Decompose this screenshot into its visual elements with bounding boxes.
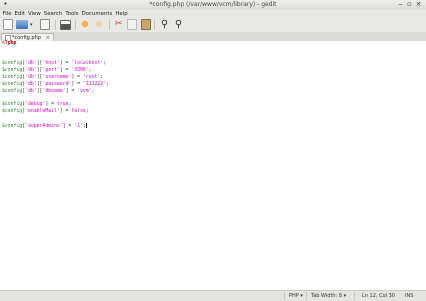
close-icon[interactable]: × <box>415 1 422 8</box>
code-line[interactable]: $config['superAdmins'] = '1'; <box>2 122 109 130</box>
code-token-str: 'vcm' <box>77 88 92 94</box>
code-line[interactable] <box>2 48 109 55</box>
code-token-str: 'password' <box>42 81 72 87</box>
text-editor[interactable]: <?php $config['db']['host'] = 'localhost'… <box>0 41 426 290</box>
code-token-plain: ] = <box>45 102 57 108</box>
code-token-var: $config <box>2 81 23 87</box>
code-token-plain: ] = <box>71 81 83 87</box>
save-icon[interactable] <box>40 19 50 30</box>
code-line[interactable] <box>2 116 109 123</box>
code-token-var: $config <box>2 61 23 67</box>
menu-item-file[interactable]: File <box>1 10 13 18</box>
menu-item-help[interactable]: Help <box>114 10 129 18</box>
open-icon[interactable] <box>16 20 28 29</box>
redo-icon[interactable] <box>94 19 104 29</box>
code-token-var: $config <box>2 123 23 129</box>
text-cursor <box>85 122 87 128</box>
status-separator <box>354 292 355 300</box>
open-dropdown-icon[interactable]: ▾ <box>30 23 35 28</box>
code-line[interactable]: $config['db']['port'] = '3306'; <box>2 68 109 75</box>
code-token-str: 'host' <box>42 61 60 67</box>
code-token-plain: ; <box>85 108 89 114</box>
code-token-str: 'db' <box>25 81 37 87</box>
code-token-kw: <?php <box>2 41 17 46</box>
print-icon[interactable] <box>60 20 71 30</box>
code-token-str: 'root' <box>82 74 101 80</box>
toolbar-separator <box>154 20 155 30</box>
menu-item-documents[interactable]: Documents <box>80 10 114 18</box>
status-separator <box>284 292 285 300</box>
code-token-str: 'superAdmins' <box>25 123 63 129</box>
code-token-plain: ] = <box>59 108 72 114</box>
toolbar-separator <box>75 20 76 30</box>
gedit-window: • *config.php (/var/www/vcm/library) - g… <box>0 0 426 301</box>
code-token-str: 'localhost' <box>71 61 104 67</box>
code-token-plain: ; <box>103 61 107 67</box>
menu-item-search[interactable]: Search <box>42 10 64 18</box>
code-line[interactable]: $config['debug'] = true; <box>2 102 109 109</box>
code-token-str: 'db' <box>25 68 37 74</box>
code-token-str: 'db' <box>25 74 37 80</box>
code-line[interactable]: $config['db']['password'] = '111222'; <box>2 82 109 89</box>
code-token-plain: ] = <box>59 61 72 67</box>
code-token-var: $config <box>2 108 23 114</box>
menu-item-edit[interactable]: Edit <box>13 10 26 18</box>
code-token-str: '1' <box>74 123 83 129</box>
code-token-str: 'debug' <box>25 102 46 108</box>
code-token-str: false <box>71 108 86 114</box>
status-separator <box>306 292 307 300</box>
minimize-icon[interactable]: ‒ <box>397 1 404 8</box>
title-bar: • *config.php (/var/www/vcm/library) - g… <box>0 0 426 10</box>
code-token-str: '3306' <box>71 68 89 74</box>
cut-icon[interactable]: ✂ <box>113 19 124 30</box>
insert-mode: INS <box>405 293 414 299</box>
code-token-plain: ] = <box>65 88 78 94</box>
search-icon[interactable]: ⚲ <box>159 19 170 30</box>
code-token-str: 'db' <box>25 88 37 94</box>
search-replace-icon[interactable]: ⚲ <box>173 19 184 30</box>
code-token-str: '111222' <box>82 81 107 87</box>
code-token-str: 'enableMail' <box>25 108 60 114</box>
cursor-position: Ln 12, Col 30 <box>362 293 395 299</box>
maximize-icon[interactable]: ▫ <box>406 1 413 8</box>
code-token-plain: ] = <box>59 68 72 74</box>
window-title: *config.php (/var/www/vcm/library) - ged… <box>149 1 277 8</box>
code-token-str: 'username' <box>42 74 72 80</box>
new-document-icon[interactable] <box>3 19 13 30</box>
code-token-plain: ; <box>88 68 92 74</box>
code-token-plain: ; <box>100 74 104 80</box>
code-token-plain: ; <box>68 102 72 108</box>
code-line[interactable]: $config['db']['dbname'] = 'vcm'; <box>2 89 109 96</box>
code-token-plain: ; <box>106 81 109 87</box>
toolbar-separator <box>109 20 110 30</box>
paste-icon[interactable] <box>141 19 151 30</box>
code-token-plain: ] = <box>71 74 83 80</box>
code-token-str: 'dbname' <box>42 88 66 94</box>
code-token-var: $config <box>2 102 23 108</box>
undo-icon[interactable] <box>80 19 90 29</box>
status-bar: PHP ▾ Tab Width: 8 ▾ Ln 12, Col 30 INS <box>0 290 426 301</box>
code-token-str: 'port' <box>42 68 60 74</box>
code-token-var: $config <box>2 74 23 80</box>
menu-item-tools[interactable]: Tools <box>64 10 80 18</box>
code-token-var: $config <box>2 68 23 74</box>
code-view[interactable]: <?php $config['db']['host'] = 'localhost'… <box>2 41 109 129</box>
copy-icon[interactable] <box>127 19 137 30</box>
code-token-str: true <box>56 102 69 108</box>
toolbar-separator <box>55 20 56 30</box>
tab-width-selector[interactable]: Tab Width: 8 ▾ <box>311 292 346 300</box>
code-line[interactable]: $config['enableMail'] = false; <box>2 109 109 116</box>
menu-bar: File Edit View Search Tools Documents Help <box>0 10 426 18</box>
code-token-var: $config <box>2 88 23 94</box>
code-line[interactable]: $config['db']['username'] = 'root'; <box>2 75 109 82</box>
language-selector[interactable]: PHP ▾ <box>289 292 303 300</box>
code-token-plain: ] = <box>62 123 75 129</box>
menu-item-view[interactable]: View <box>26 10 42 18</box>
code-line[interactable]: <?php <box>2 41 109 48</box>
toolbar: ▾ ✂ ⚲ ⚲ <box>0 18 426 32</box>
code-token-plain: ; <box>91 88 95 94</box>
code-token-str: 'db' <box>25 61 37 67</box>
